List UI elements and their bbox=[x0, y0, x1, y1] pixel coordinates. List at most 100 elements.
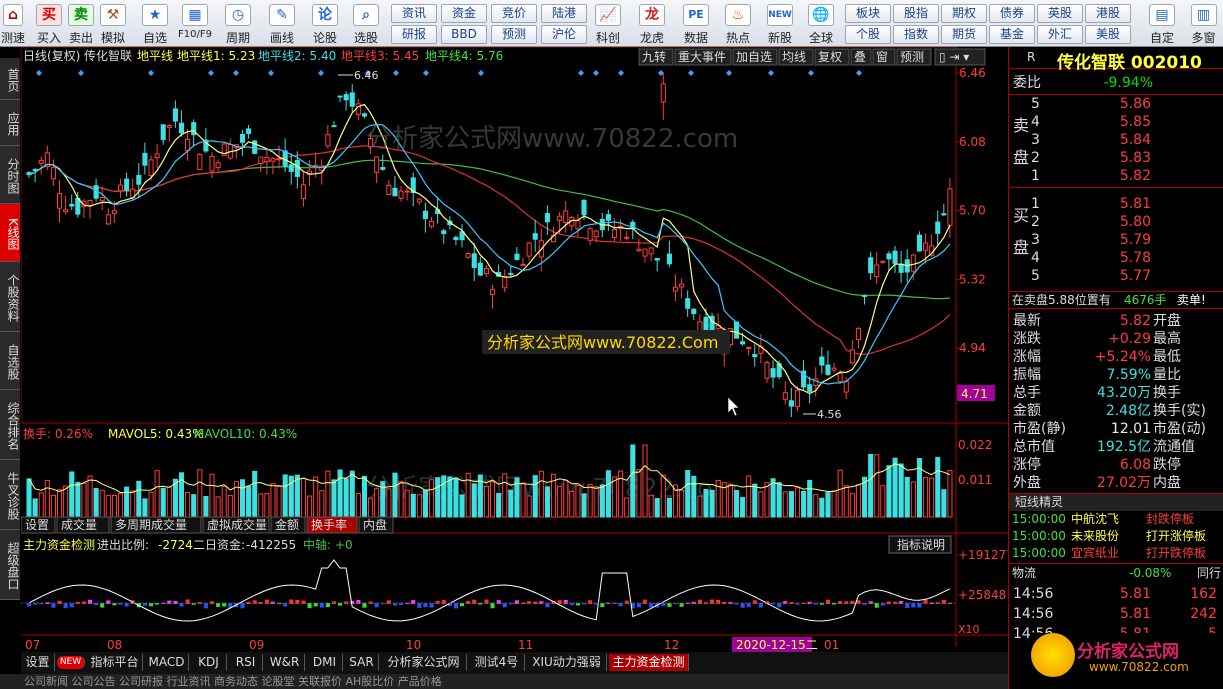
event-diamond-17[interactable] bbox=[768, 70, 774, 76]
forecast-button[interactable]: 预测 bbox=[491, 25, 537, 44]
tab-macd[interactable]: MACD bbox=[145, 654, 189, 671]
event-diamond-19[interactable] bbox=[856, 70, 862, 76]
tab-ranking[interactable]: 综合排名 bbox=[0, 390, 20, 460]
bonds-button[interactable]: 债券 bbox=[989, 4, 1035, 23]
lock-icon[interactable]: ▯ ⇥ ▾ bbox=[939, 50, 969, 64]
event-diamond-10[interactable] bbox=[478, 70, 484, 76]
bbd-button[interactable]: BBD bbox=[441, 25, 487, 44]
sprite-row[interactable]: 15:00:00 未来股份 打开涨停板 bbox=[1009, 528, 1223, 545]
auction-button[interactable]: 竞价 bbox=[491, 4, 537, 23]
event-diamond-8[interactable] bbox=[393, 70, 399, 76]
volume-bar bbox=[185, 491, 191, 518]
sprite-title[interactable]: 短线精灵 bbox=[1009, 493, 1223, 511]
event-diamond-9[interactable] bbox=[423, 70, 429, 76]
hotspot-button[interactable]: ♨ 热点 bbox=[718, 2, 758, 45]
tab-sar[interactable]: SAR bbox=[345, 654, 379, 671]
tab-test4[interactable]: 测试4号 bbox=[469, 654, 525, 671]
indicator-explain-button[interactable]: 指标说明 bbox=[897, 537, 945, 552]
f10-button[interactable]: ▦ F10/F9 bbox=[174, 2, 216, 45]
tab-diagnosis[interactable]: 牛叉诊股 bbox=[0, 460, 20, 530]
tab-watchlist[interactable]: 自选股 bbox=[0, 332, 20, 390]
buy-button[interactable]: 买 买入 bbox=[34, 2, 64, 45]
tab-kline[interactable]: K线图 bbox=[0, 204, 20, 262]
tab-wr[interactable]: W&R bbox=[265, 654, 305, 671]
futures-button[interactable]: 期货 bbox=[941, 25, 987, 44]
event-diamond-1[interactable] bbox=[78, 70, 84, 76]
multiwindow-button[interactable]: ▥ 多窗 bbox=[1184, 2, 1223, 45]
event-diamond-4[interactable] bbox=[233, 70, 239, 76]
tab-rsi[interactable]: RSI bbox=[229, 654, 263, 671]
event-diamond-6[interactable] bbox=[318, 70, 324, 76]
tab-profile[interactable]: 个股资料 bbox=[0, 262, 20, 332]
tab-indicator-platform[interactable]: 指标平台 bbox=[87, 654, 143, 671]
sell-row[interactable]: 2 5.83 bbox=[1009, 149, 1223, 167]
buy-row[interactable]: 2 5.80 bbox=[1009, 213, 1223, 231]
stock-picker-button[interactable]: ⌕ 选股 bbox=[346, 2, 386, 45]
us-stocks-button[interactable]: 美股 bbox=[1085, 25, 1131, 44]
candle bbox=[794, 389, 801, 408]
tab-orderbook[interactable]: 超级盘口 bbox=[0, 530, 20, 600]
event-diamond-13[interactable] bbox=[618, 70, 624, 76]
dragon-tiger-button[interactable]: 龙龙虎 bbox=[632, 2, 672, 45]
tab-dmi[interactable]: DMI bbox=[307, 654, 343, 671]
event-diamond-0[interactable] bbox=[36, 70, 42, 76]
event-diamond-2[interactable] bbox=[148, 70, 154, 76]
watchlist-button[interactable]: ★ 自选 bbox=[136, 2, 174, 45]
tab-intraday[interactable]: 分时图 bbox=[0, 146, 20, 204]
forum-button[interactable]: 论论股 bbox=[306, 2, 344, 45]
hk-stocks-button[interactable]: 港股 bbox=[1085, 4, 1131, 23]
funds-button[interactable]: 基金 bbox=[989, 25, 1035, 44]
event-diamond-3[interactable] bbox=[208, 70, 214, 76]
buy-row[interactable]: 4 5.78 bbox=[1009, 249, 1223, 267]
sprite-row[interactable]: 15:00:00 宜宾纸业 打开跌停板 bbox=[1009, 545, 1223, 562]
sprite-row[interactable]: 15:00:00 中航沈飞 封跌停板 bbox=[1009, 511, 1223, 528]
custom-button[interactable]: ▤ 自定 bbox=[1142, 2, 1182, 45]
simulate-button[interactable]: ⚒ 模拟 bbox=[98, 2, 128, 45]
index-futures-button[interactable]: 股指 bbox=[893, 4, 939, 23]
sell-row[interactable]: 3 5.84 bbox=[1009, 131, 1223, 149]
buy-row[interactable]: 1 5.81 bbox=[1009, 195, 1223, 213]
event-diamond-16[interactable] bbox=[726, 70, 732, 76]
buy-row[interactable]: 5 5.77 bbox=[1009, 267, 1223, 285]
sector-peer[interactable]: 同行 bbox=[1197, 564, 1221, 582]
sell-row[interactable]: 5 5.86 bbox=[1009, 95, 1223, 113]
tab-fxj-formula[interactable]: 分析家公式网 bbox=[381, 654, 467, 671]
tab-kdj[interactable]: KDJ bbox=[191, 654, 227, 671]
sell-button[interactable]: 卖 卖出 bbox=[66, 2, 96, 45]
event-diamond-11[interactable] bbox=[578, 70, 584, 76]
global-button[interactable]: 🌐 全球 bbox=[800, 2, 842, 45]
speed-test-button[interactable]: ⌂ 测速 bbox=[0, 2, 26, 45]
event-diamond-18[interactable] bbox=[808, 70, 814, 76]
tab-apps[interactable]: 应用 bbox=[0, 100, 20, 146]
news-button[interactable]: 资讯 bbox=[391, 4, 437, 23]
capital-button[interactable]: 资金 bbox=[441, 4, 487, 23]
tab-settings[interactable]: 设置 bbox=[21, 654, 55, 671]
event-diamond-12[interactable] bbox=[593, 70, 599, 76]
ipo-button[interactable]: NEW 新股 bbox=[760, 2, 800, 45]
sell-row[interactable]: 1 5.82 bbox=[1009, 167, 1223, 185]
tab-main-capital[interactable]: 主力资金检测 bbox=[609, 654, 689, 671]
index-button[interactable]: 指数 bbox=[893, 25, 939, 44]
forex-button[interactable]: 外汇 bbox=[1037, 25, 1083, 44]
period-button[interactable]: ◷ 周期 bbox=[218, 2, 258, 45]
info-tabs-row[interactable]: 公司新闻 公司公告 公司研报 行业资讯 商务动态 论股堂 关联报价 AH股比价 … bbox=[0, 674, 1008, 689]
research-button[interactable]: 研报 bbox=[391, 25, 437, 44]
kline-chart[interactable]: 日线(复权) 传化智联 地平线 地平线1: 5.23 地平线2: 5.40 地平… bbox=[20, 46, 1014, 657]
uk-stocks-button[interactable]: 英股 bbox=[1037, 4, 1083, 23]
draw-button[interactable]: ✎ 画线 bbox=[262, 2, 302, 45]
event-diamond-15[interactable] bbox=[688, 70, 694, 76]
buy-row[interactable]: 3 5.79 bbox=[1009, 231, 1223, 249]
sell-row[interactable]: 4 5.85 bbox=[1009, 113, 1223, 131]
chart-area[interactable]: 日线(复权) 传化智联 地平线 地平线1: 5.23 地平线2: 5.40 地平… bbox=[20, 46, 1014, 657]
sell-price: 5.85 bbox=[1119, 114, 1151, 130]
hk-connect-button[interactable]: 陆港 bbox=[541, 4, 587, 23]
shanghai-london-button[interactable]: 沪伦 bbox=[541, 25, 587, 44]
tab-xiu-power[interactable]: XIU动力强弱 bbox=[527, 654, 607, 671]
sector-button[interactable]: 板块 bbox=[845, 4, 891, 23]
star-market-button[interactable]: 📈 科创 bbox=[588, 2, 628, 45]
event-diamond-5[interactable] bbox=[268, 70, 274, 76]
tab-home[interactable]: 首页 bbox=[0, 58, 20, 100]
stock-button[interactable]: 个股 bbox=[845, 25, 891, 44]
options-button[interactable]: 期权 bbox=[941, 4, 987, 23]
data-button[interactable]: PE 数据 bbox=[676, 2, 716, 45]
